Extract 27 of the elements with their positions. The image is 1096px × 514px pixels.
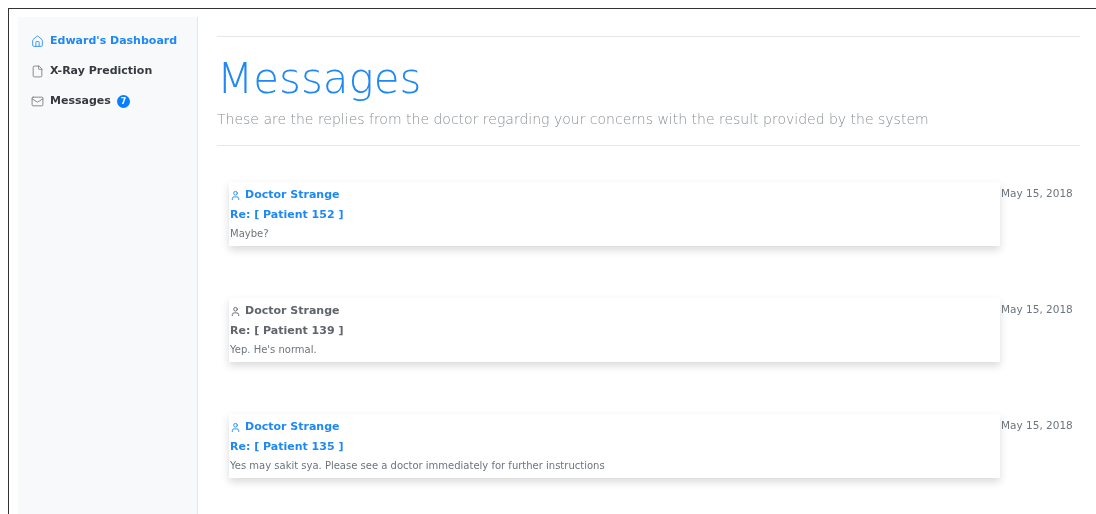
sender-name: Doctor Strange <box>245 187 340 203</box>
message-body: Yep. He's normal. <box>230 343 318 357</box>
message-card[interactable]: Doctor Strange Re: [ Patient 135 ] Yes may sakit sya. Please see a doctor immediately for further instructions <box>229 414 1000 478</box>
message-date: May 15, 2018 <box>1001 302 1073 317</box>
home-icon <box>31 34 44 48</box>
message-date: May 15, 2018 <box>1001 186 1073 201</box>
user-icon <box>230 305 241 317</box>
page-title: Messages <box>217 54 423 104</box>
message-card[interactable]: Doctor Strange Re: [ Patient 152 ] Maybe? <box>229 182 1000 246</box>
sender-name: Doctor Strange <box>245 303 340 319</box>
message-date: May 15, 2018 <box>1001 418 1073 433</box>
message-subject: Re: [ Patient 139 ] <box>230 322 345 339</box>
message-body: Yes may sakit sya. Please see a doctor immediately for further instructions <box>230 459 606 473</box>
sidebar-item[interactable]: X-Ray Prediction <box>31 62 184 80</box>
message-subject: Re: [ Patient 135 ] <box>230 438 345 455</box>
message-card[interactable]: Doctor Strange Re: [ Patient 139 ] Yep. He's normal. <box>229 298 1000 362</box>
count-badge: 7 <box>116 94 131 108</box>
page-subtitle: These are the replies from the doctor regarding your concerns with the result provided by the system <box>217 110 930 129</box>
mail-icon <box>31 94 44 108</box>
message-body: Maybe? <box>230 227 270 241</box>
sender-name: Doctor Strange <box>245 419 340 435</box>
user-icon <box>230 189 241 201</box>
document-icon <box>31 64 44 78</box>
sidebar-item[interactable]: Edward's Dashboard <box>31 32 184 50</box>
user-icon <box>230 421 241 433</box>
sidebar-item[interactable]: Messages 7 <box>31 92 184 110</box>
message-subject: Re: [ Patient 152 ] <box>230 206 345 223</box>
